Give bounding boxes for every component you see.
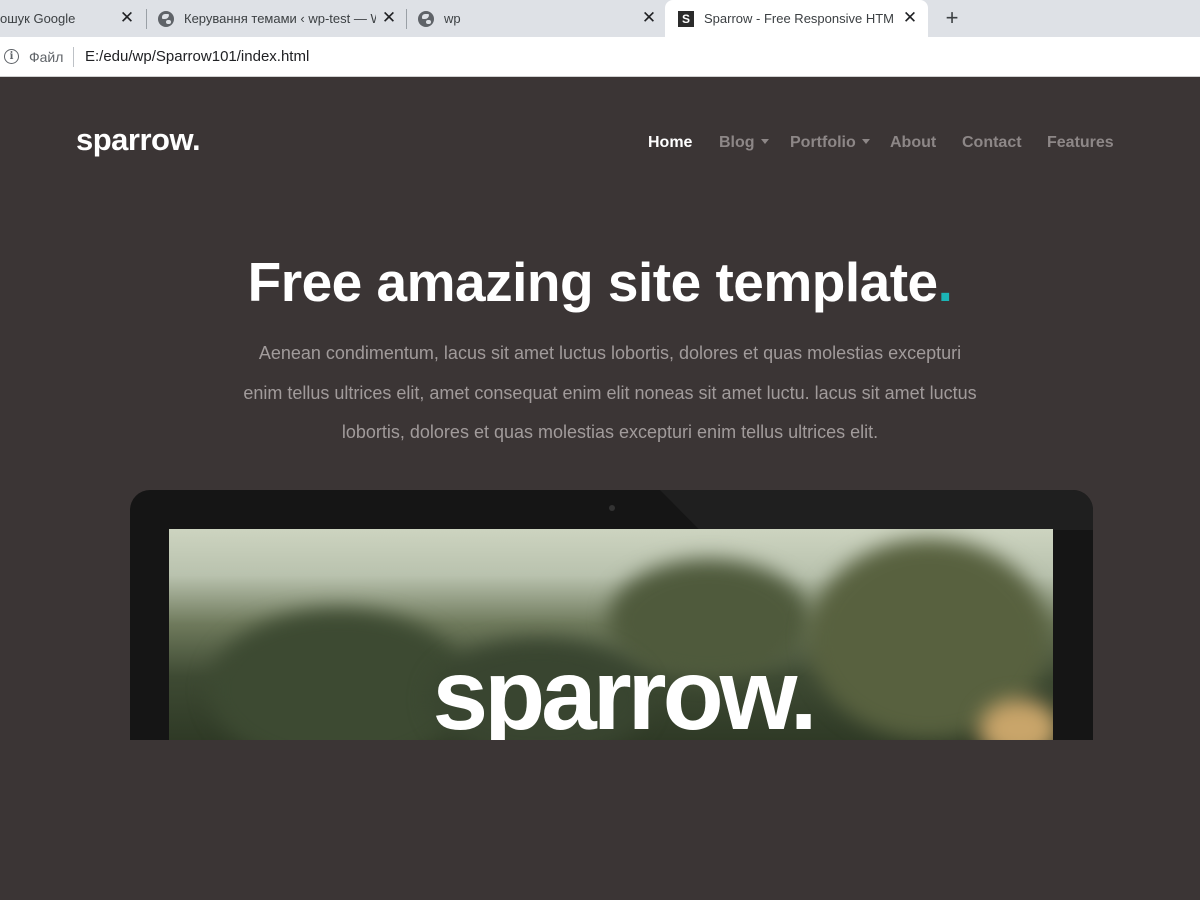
- tab-title: ошук Google: [0, 11, 76, 26]
- hero-description: Aenean condimentum, lacus sit amet luctu…: [195, 334, 1025, 453]
- hero-text-line: lobortis, dolores et quas molestias exce…: [341, 422, 879, 442]
- tab-title: Sparrow - Free Responsive HTML: [704, 11, 894, 26]
- nav-item-home[interactable]: Home: [648, 134, 692, 152]
- laptop-gloss: [660, 490, 1093, 530]
- caret-down-icon: [760, 139, 769, 144]
- close-icon[interactable]: ✕: [119, 8, 135, 27]
- tab-google-search[interactable]: ошук Google ✕: [0, 0, 142, 37]
- url-field[interactable]: E:/edu/wp/Sparrow101/index.html: [85, 48, 309, 65]
- nav-item-label: Portfolio: [790, 134, 856, 151]
- screen-logo: sparrow.: [432, 639, 817, 740]
- hero-text-line: enim tellus ultrices elit, amet consequa…: [243, 382, 977, 403]
- camera-icon: [609, 505, 615, 511]
- tab-separator: [146, 9, 147, 29]
- close-icon[interactable]: ✕: [381, 8, 397, 27]
- address-bar: i Файл E:/edu/wp/Sparrow101/index.html: [0, 37, 1200, 77]
- close-icon[interactable]: ✕: [902, 8, 918, 27]
- tab-wp[interactable]: wp ✕: [418, 0, 662, 37]
- close-icon[interactable]: ✕: [641, 8, 657, 27]
- globe-icon: [418, 10, 434, 27]
- tab-separator: [406, 9, 407, 29]
- tab-wp-test-themes[interactable]: Керування темами ‹ wp-test — W ✕: [158, 0, 400, 37]
- main-nav: Home Blog Portfolio About Contact Featur…: [0, 134, 1200, 154]
- hero-title: Free amazing site template.: [0, 250, 1200, 314]
- browser-tab-bar: ошук Google ✕ Керування темами ‹ wp-test…: [0, 0, 1200, 37]
- hero-title-dot: .: [937, 251, 953, 313]
- sparrow-favicon-icon: S: [678, 10, 694, 27]
- page-viewport: sparrow. Home Blog Portfolio About Conta…: [0, 78, 1200, 900]
- nav-item-label: Blog: [719, 134, 755, 151]
- tab-sparrow[interactable]: S Sparrow - Free Responsive HTML ✕: [665, 0, 928, 37]
- info-icon[interactable]: i: [4, 49, 19, 64]
- new-tab-button[interactable]: +: [941, 7, 963, 30]
- hero-text-line: Aenean condimentum, lacus sit amet luctu…: [258, 343, 962, 363]
- nav-item-about[interactable]: About: [890, 134, 936, 152]
- laptop-mockup: sparrow.: [130, 490, 1093, 740]
- site-info-label[interactable]: Файл: [29, 49, 63, 65]
- nav-item-blog[interactable]: Blog: [719, 134, 769, 152]
- nav-item-portfolio[interactable]: Portfolio: [790, 134, 870, 152]
- tab-title: Керування темами ‹ wp-test — W: [184, 11, 376, 26]
- caret-down-icon: [861, 139, 870, 144]
- nav-item-contact[interactable]: Contact: [962, 134, 1022, 152]
- hero-title-text: Free amazing site template: [247, 251, 939, 313]
- nav-item-features[interactable]: Features: [1047, 134, 1114, 152]
- address-separator: [73, 47, 74, 67]
- laptop-screen-image: sparrow.: [169, 529, 1053, 740]
- tab-title: wp: [444, 11, 461, 26]
- globe-icon: [158, 10, 174, 27]
